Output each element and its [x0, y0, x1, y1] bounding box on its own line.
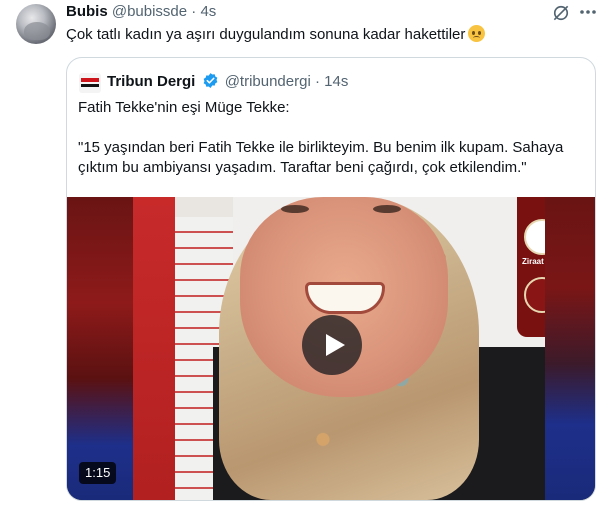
separator: · — [191, 3, 197, 20]
video-duration: 1:15 — [79, 462, 117, 484]
quote-header: Tribun Dergi @tribundergi · 14s — [107, 72, 348, 92]
video-blur-right — [545, 197, 595, 500]
author-name[interactable]: Bubis — [66, 3, 108, 20]
quote-text: Fatih Tekke'nin eşi Müge Tekke: "15 yaşı… — [78, 98, 586, 178]
quote-separator: · — [314, 73, 320, 90]
banner-text: Ziraat — [522, 257, 544, 266]
video-player[interactable]: Ziraat 1:15 — [67, 197, 595, 500]
avatar[interactable] — [16, 4, 56, 44]
timestamp[interactable]: 4s — [200, 3, 216, 20]
background-wall — [133, 197, 175, 500]
pleading-face-emoji — [468, 25, 486, 42]
tweet[interactable]: Bubis @bubissde · 4s Çok tatlı kadın ya … — [0, 0, 600, 510]
play-button-icon[interactable] — [302, 315, 362, 375]
quote-author-name[interactable]: Tribun Dergi — [107, 73, 195, 90]
tweet-text: Çok tatlı kadın ya aşırı duygulandım son… — [66, 25, 486, 45]
more-icon[interactable] — [580, 10, 596, 14]
verified-badge-icon — [203, 73, 217, 88]
quoted-tweet[interactable]: Tribun Dergi @tribundergi · 14s Fatih Te… — [66, 57, 596, 501]
tweet-header: Bubis @bubissde · 4s — [66, 3, 216, 21]
eyes — [281, 205, 401, 215]
cup-banner — [517, 197, 545, 337]
tribun-dergi-avatar[interactable] — [79, 73, 101, 93]
mute-icon[interactable] — [551, 3, 571, 23]
tweet-body: Çok tatlı kadın ya aşırı duygulandım son… — [66, 26, 466, 43]
smile — [305, 282, 385, 314]
quote-timestamp[interactable]: 14s — [324, 73, 348, 90]
quote-statement: "15 yaşından beri Fatih Tekke ile birlik… — [78, 139, 564, 176]
author-handle[interactable]: @bubissde — [112, 3, 187, 20]
video-blur-left — [67, 197, 133, 500]
quote-intro: Fatih Tekke'nin eşi Müge Tekke: — [78, 99, 290, 116]
quote-author-handle[interactable]: @tribundergi — [225, 73, 311, 90]
